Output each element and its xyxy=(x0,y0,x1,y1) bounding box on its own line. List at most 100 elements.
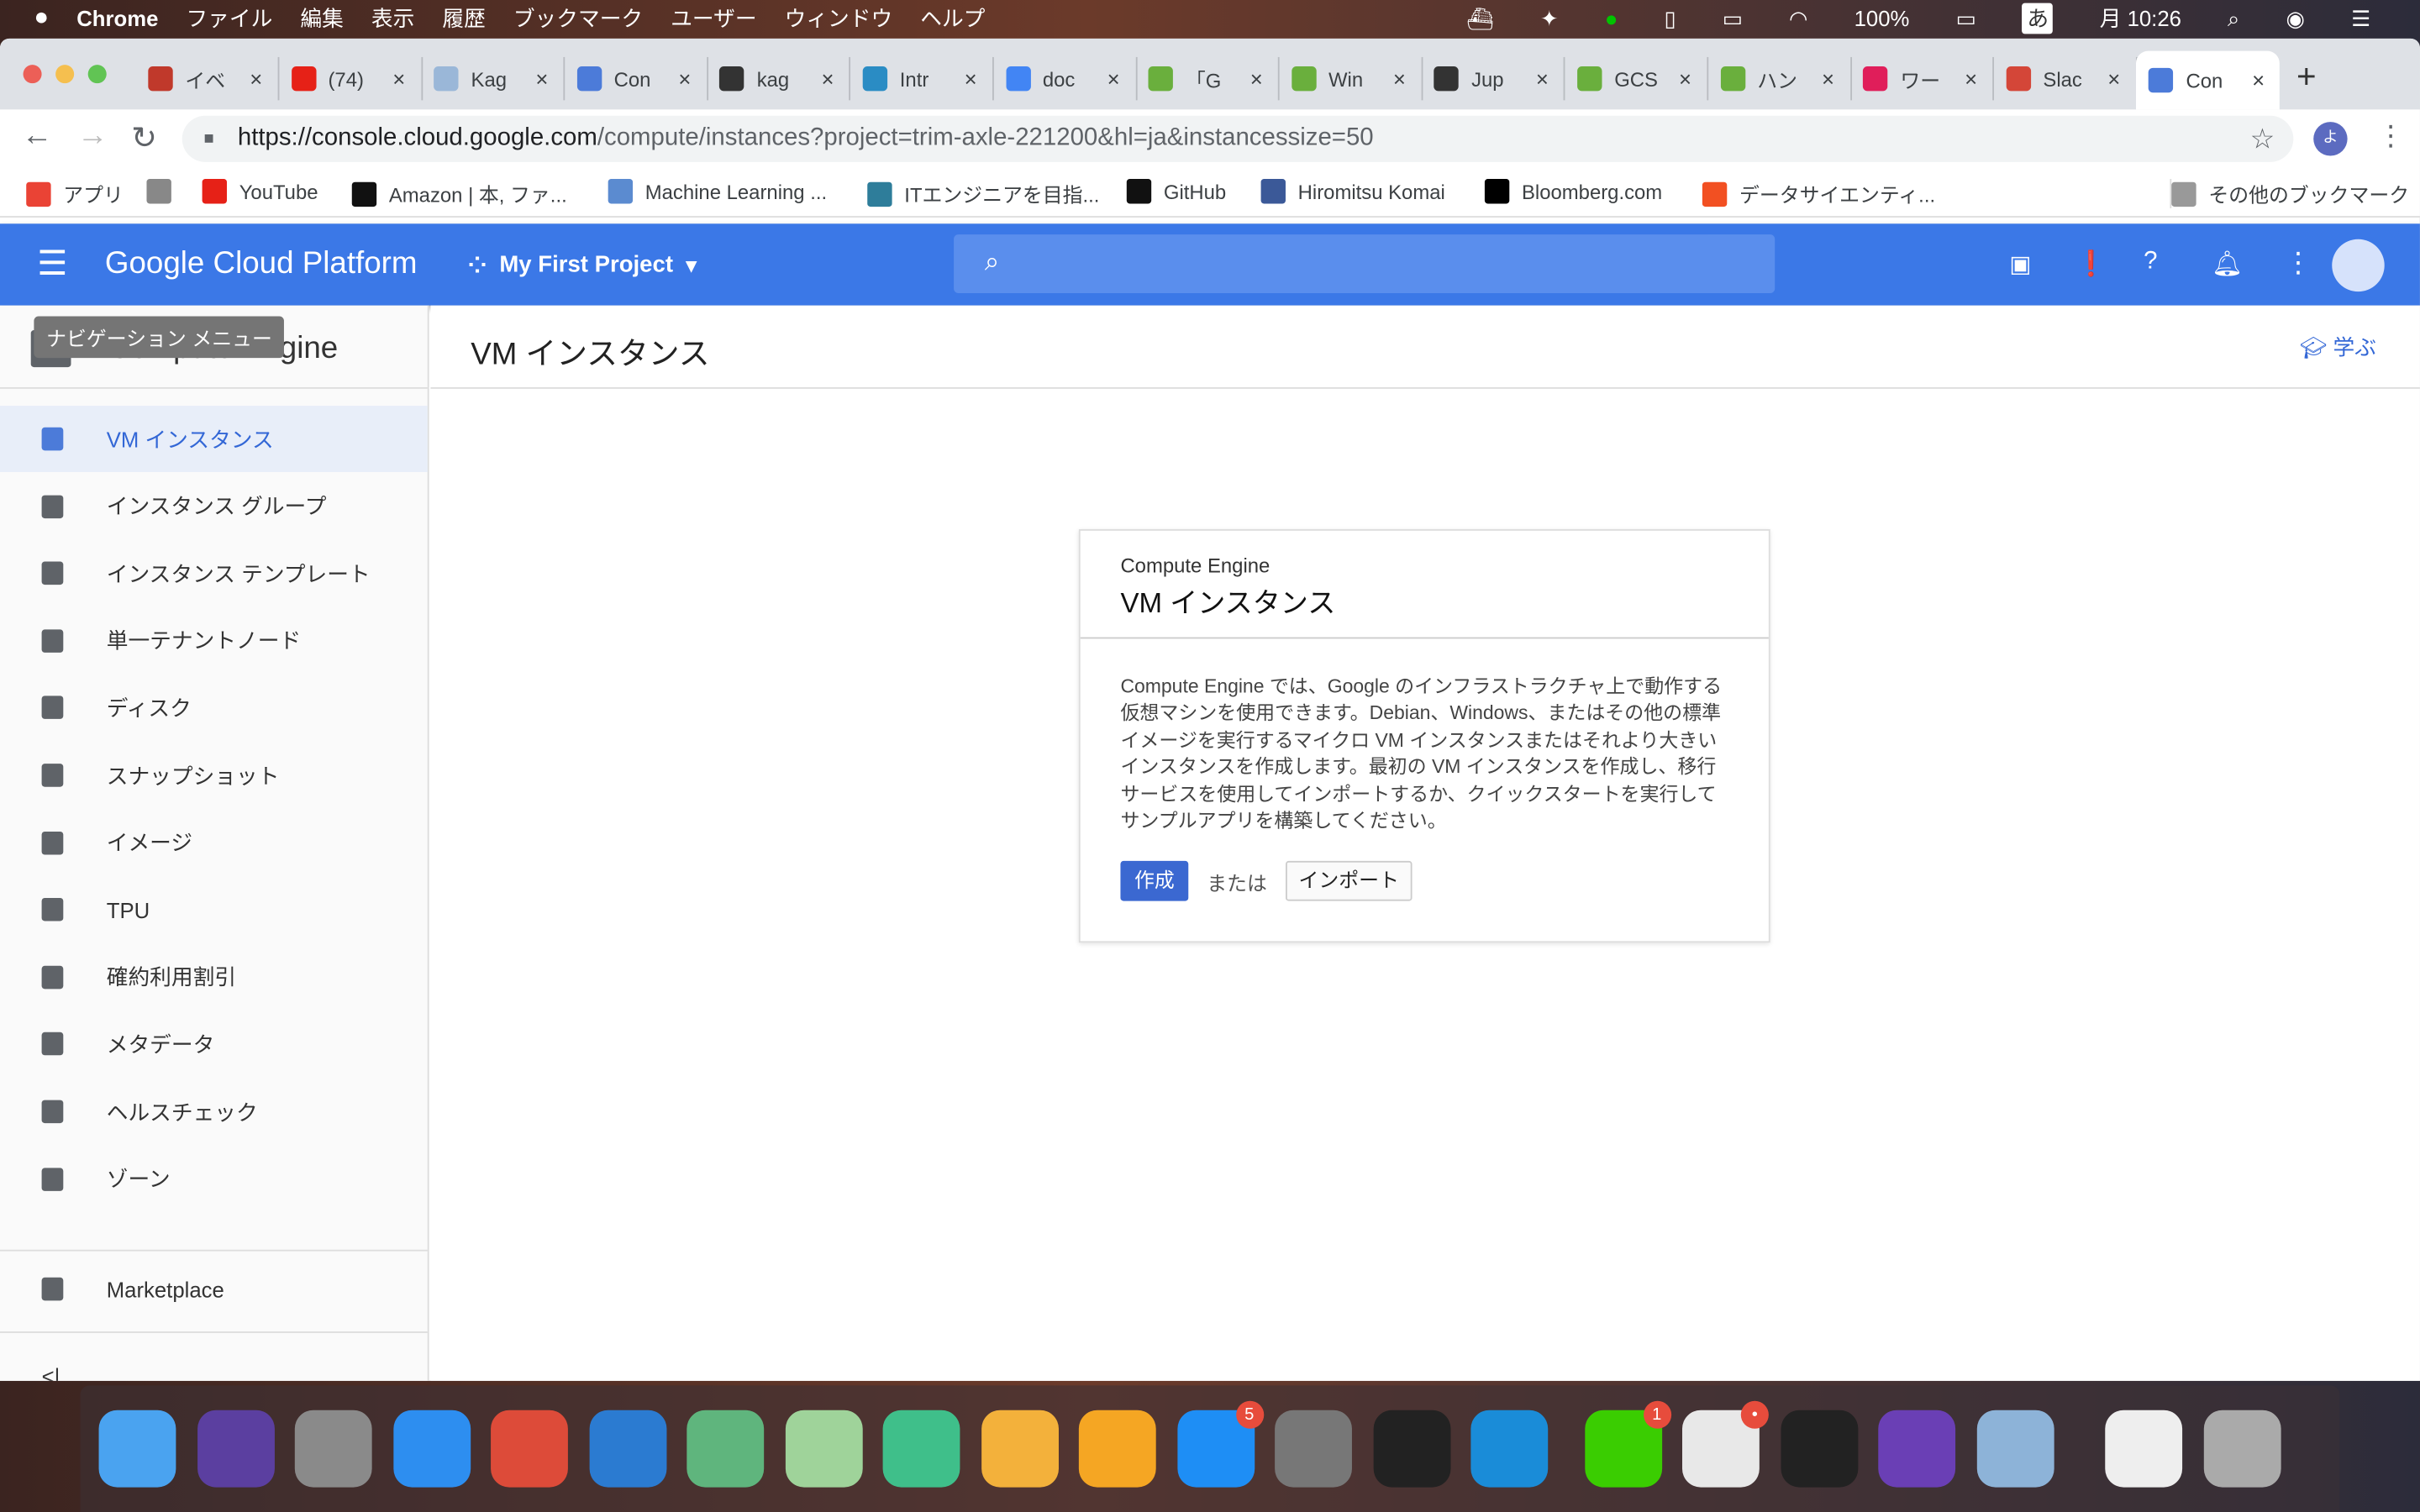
sidebar-item[interactable]: スナップショット xyxy=(0,742,428,808)
project-selector[interactable]: ⁘ My First Project ▾ xyxy=(468,251,697,279)
back-button[interactable]: ← xyxy=(22,118,53,154)
dock-app-launchpad-icon[interactable] xyxy=(294,1410,372,1488)
dock-app-safari-icon[interactable] xyxy=(392,1410,471,1488)
browser-tab[interactable]: 「G × xyxy=(1136,56,1280,101)
tab-close-icon[interactable]: × xyxy=(250,66,262,91)
sidebar-item[interactable]: インスタンス グループ xyxy=(0,473,428,539)
ime-indicator[interactable]: あ xyxy=(2022,3,2054,34)
browser-tab[interactable]: Jup × xyxy=(1422,56,1566,101)
tab-close-icon[interactable]: × xyxy=(1536,66,1549,91)
browser-tab[interactable]: イベ × xyxy=(136,56,280,101)
battery-percent[interactable]: 100% xyxy=(1854,6,1910,30)
new-tab-button[interactable]: + xyxy=(2296,57,2317,97)
siri-icon[interactable]: ◉ xyxy=(2286,5,2305,31)
bookmark-item[interactable]: Amazon | 本, ファ... xyxy=(351,179,567,208)
sidebar-item[interactable]: 単一テナントノード xyxy=(0,607,428,674)
dock-app-line-icon[interactable]: 1 xyxy=(1584,1400,1671,1488)
dock-app-preview-icon[interactable] xyxy=(1975,1410,2054,1488)
bookmark-item[interactable]: YouTube xyxy=(202,179,318,204)
dock-app-vpn-icon[interactable] xyxy=(1878,1410,1956,1488)
dock-app-send-icon[interactable] xyxy=(882,1410,960,1488)
menu-file[interactable]: ファイル xyxy=(186,3,272,34)
airplay-icon[interactable]: ▭ xyxy=(1723,5,1743,31)
help-icon[interactable]: ? xyxy=(2144,249,2157,276)
docker-icon[interactable]: ⛴ xyxy=(1466,5,1494,31)
menu-help[interactable]: ヘルプ xyxy=(920,3,985,34)
sidebar-item[interactable]: ヘルスチェック xyxy=(0,1079,428,1145)
dock-app-app-store-icon[interactable]: 5 xyxy=(1176,1400,1264,1488)
dock-app-kindle-icon[interactable] xyxy=(1470,1410,1549,1488)
dock-app-maps-icon[interactable] xyxy=(784,1410,862,1488)
tab-close-icon[interactable]: × xyxy=(392,66,405,91)
sidebar-item[interactable]: イメージ xyxy=(0,810,428,876)
minimize-window-button[interactable] xyxy=(55,65,75,84)
menu-edit[interactable]: 編集 xyxy=(300,3,343,34)
dock-app-atom-icon[interactable] xyxy=(687,1410,765,1488)
other-bookmarks[interactable]: その他のブックマーク xyxy=(2170,179,2409,208)
avast-icon[interactable]: ✦ xyxy=(1540,5,1559,31)
sidebar-item[interactable]: VM インスタンス xyxy=(0,406,428,473)
browser-tab[interactable]: Slac × xyxy=(1994,56,2138,101)
dock-app-system-preferences-icon[interactable] xyxy=(1275,1410,1352,1488)
close-window-button[interactable] xyxy=(23,65,42,84)
sidebar-item[interactable]: ディスク xyxy=(0,675,428,741)
dock-app-activity-monitor-icon[interactable] xyxy=(1780,1410,1858,1488)
menu-window[interactable]: ウィンドウ xyxy=(785,3,893,34)
tab-close-icon[interactable]: × xyxy=(965,66,977,91)
dock-app-finder-icon[interactable] xyxy=(98,1410,176,1488)
chrome-menu-icon[interactable]: ⋮ xyxy=(2377,120,2405,153)
more-options-icon[interactable]: ⋮ xyxy=(2284,247,2312,280)
bookmark-star-icon[interactable]: ☆ xyxy=(2250,123,2275,155)
browser-tab[interactable]: Win × xyxy=(1279,56,1423,101)
browser-tab[interactable]: Kag × xyxy=(422,56,566,101)
bookmark-item[interactable]: Hiromitsu Komai xyxy=(1260,179,1445,204)
bookmark-item[interactable]: ITエンジニアを目指... xyxy=(867,179,1099,208)
browser-tab[interactable]: doc × xyxy=(993,56,1137,101)
menu-bookmarks[interactable]: ブックマーク xyxy=(513,3,643,34)
profile-avatar[interactable]: よ xyxy=(2313,122,2348,156)
dock-app-siri-icon[interactable] xyxy=(197,1410,275,1488)
dock-app-vscode-icon[interactable] xyxy=(588,1410,666,1488)
bookmark-item[interactable]: データサイエンティ... xyxy=(1702,179,1935,208)
sidebar-item[interactable]: メタデータ xyxy=(0,1011,428,1078)
menu-user[interactable]: ユーザー xyxy=(671,3,756,34)
sidebar-item-marketplace[interactable]: Marketplace xyxy=(0,1256,428,1322)
forward-button[interactable]: → xyxy=(77,118,108,154)
bookmark-item[interactable] xyxy=(146,179,171,204)
sidebar-item[interactable]: インスタンス テンプレート xyxy=(0,540,428,606)
address-bar[interactable]: ■ https://console.cloud.google.com/compu… xyxy=(182,115,2294,162)
tab-close-icon[interactable]: × xyxy=(678,66,691,91)
tab-close-icon[interactable]: × xyxy=(1822,66,1834,91)
spotlight-icon[interactable]: ⌕ xyxy=(2228,5,2239,31)
import-button[interactable]: インポート xyxy=(1285,860,1413,901)
tab-close-icon[interactable]: × xyxy=(2107,66,2120,91)
bookmark-item[interactable]: アプリ xyxy=(26,179,124,208)
browser-tab[interactable]: ハン × xyxy=(1707,56,1852,101)
browser-tab[interactable]: Intr × xyxy=(850,56,994,101)
account-avatar[interactable] xyxy=(2332,239,2385,292)
tab-close-icon[interactable]: × xyxy=(2252,68,2265,92)
dock-app-slack-icon[interactable]: • xyxy=(1682,1400,1769,1488)
browser-tab[interactable]: (74) × xyxy=(279,56,423,101)
notification-center-icon[interactable]: ☰ xyxy=(2351,5,2370,31)
maximize-window-button[interactable] xyxy=(87,65,107,84)
menu-view[interactable]: 表示 xyxy=(371,3,414,34)
search-input[interactable]: ⌕ xyxy=(954,234,1776,293)
reload-button[interactable]: ↻ xyxy=(131,118,157,157)
sidebar-item[interactable]: TPU xyxy=(0,877,428,943)
browser-tab[interactable]: ワー × xyxy=(1851,56,1995,101)
wifi-icon[interactable]: ◠ xyxy=(1789,5,1807,31)
create-button[interactable]: 作成 xyxy=(1120,860,1189,901)
dock-app-chrome-icon[interactable] xyxy=(491,1410,568,1488)
tab-close-icon[interactable]: × xyxy=(1250,66,1263,91)
display-icon[interactable]: ▯ xyxy=(1664,5,1676,31)
sidebar-item[interactable]: ゾーン xyxy=(0,1146,428,1212)
sidebar-item[interactable]: 確約利用割引 xyxy=(0,944,428,1011)
notifications-bell-icon[interactable]: 🔔︎ xyxy=(2212,249,2243,280)
tab-close-icon[interactable]: × xyxy=(821,66,834,91)
browser-tab[interactable]: Con × xyxy=(565,56,708,101)
dock-app-chrome-window-icon[interactable] xyxy=(2105,1410,2183,1488)
tab-close-icon[interactable]: × xyxy=(535,66,548,91)
feedback-icon[interactable]: ❗ xyxy=(2075,249,2107,280)
line-icon[interactable]: ● xyxy=(1605,6,1618,30)
